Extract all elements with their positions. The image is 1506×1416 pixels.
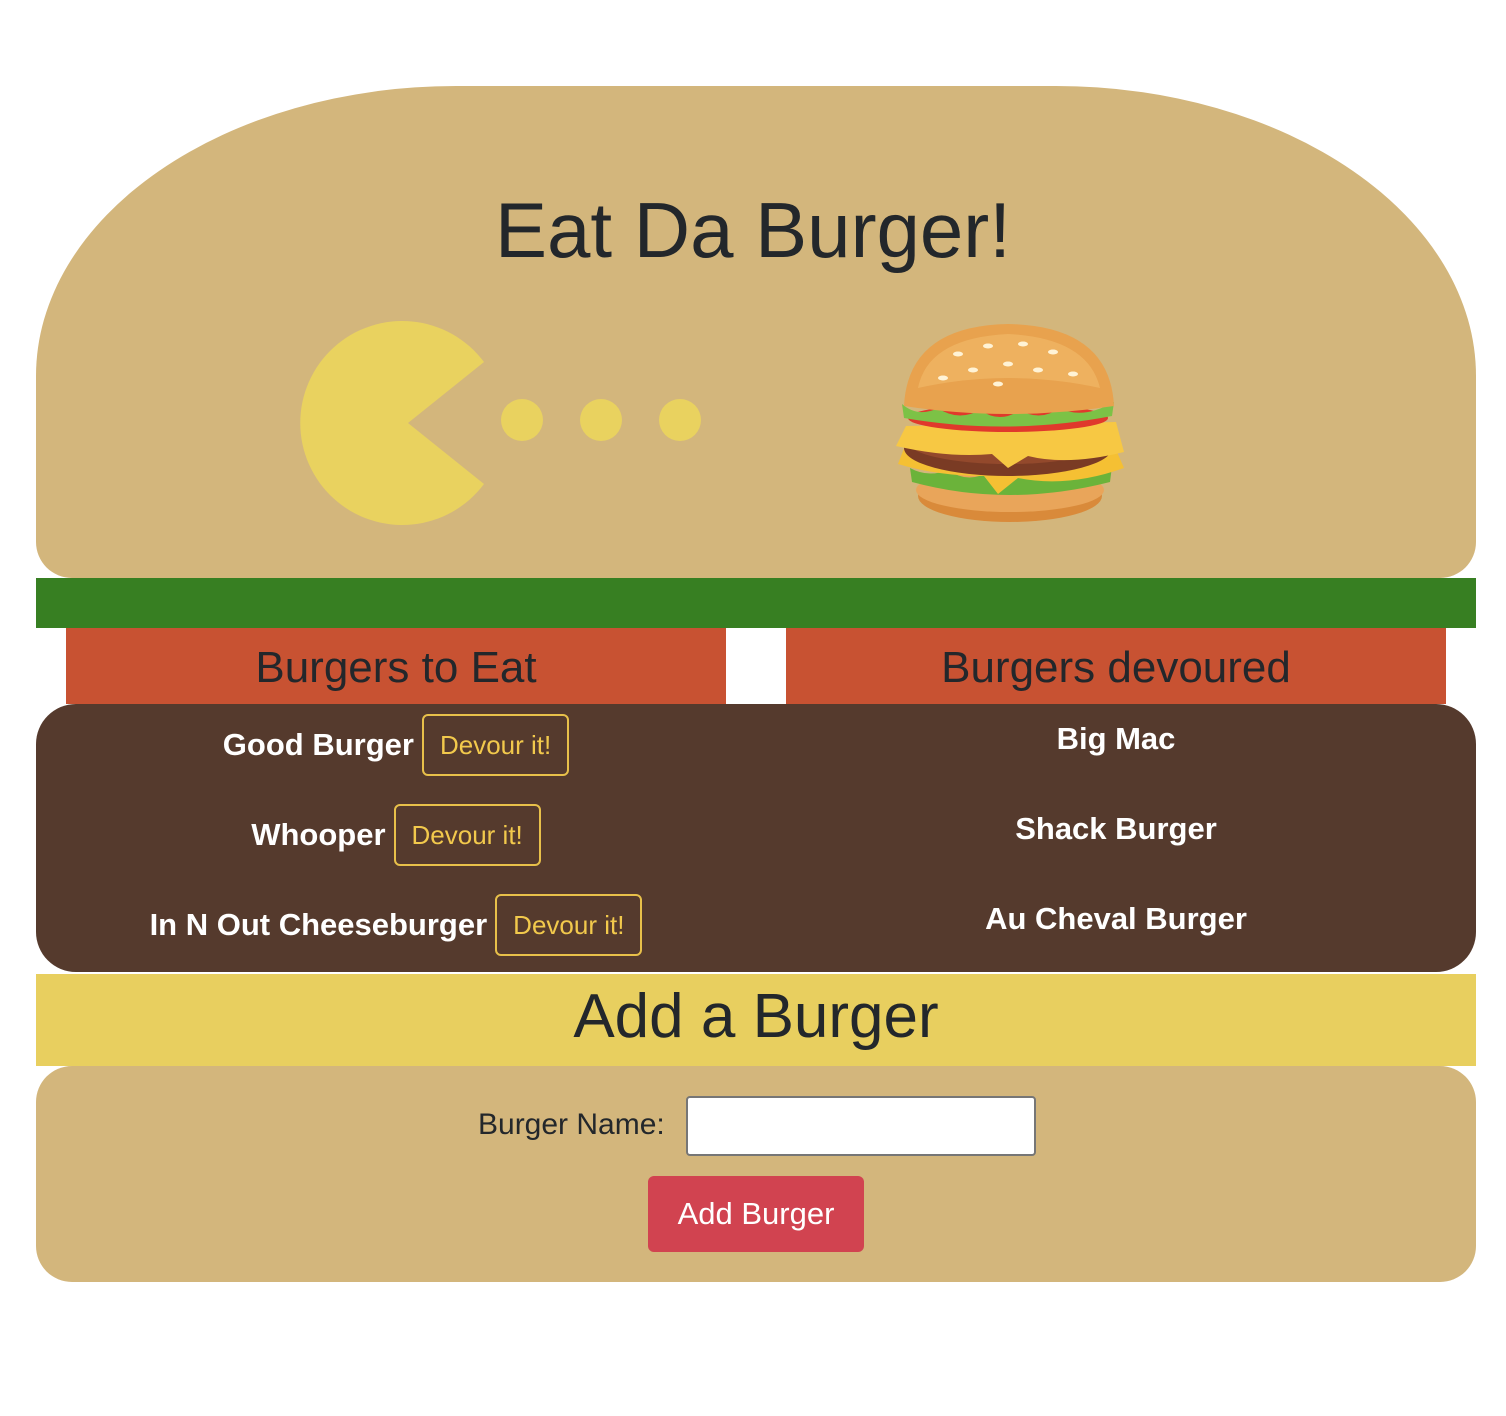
list-item: Shack Burger — [756, 798, 1476, 860]
burger-name: Good Burger — [222, 727, 414, 762]
devoured-heading: Burgers devoured — [786, 628, 1446, 704]
page-title: Eat Da Burger! — [495, 186, 1011, 274]
pacman-icon — [300, 321, 701, 525]
list-item: Whooper Devour it! — [36, 804, 756, 866]
list-item: Big Mac — [756, 708, 1476, 770]
burger-name: Au Cheval Burger — [985, 901, 1247, 936]
list-item: In N Out Cheeseburger Devour it! — [36, 894, 756, 956]
hamburger-icon — [896, 324, 1124, 522]
top-bun-header — [36, 86, 1476, 578]
page: Eat Da Burger! Burgers to Eat Burgers de… — [0, 0, 1506, 1416]
lettuce-divider — [36, 578, 1476, 628]
to-eat-heading: Burgers to Eat — [66, 628, 726, 704]
burger-name: Whooper — [251, 817, 386, 852]
add-burger-form: Burger Name: Add Burger — [36, 1066, 1476, 1282]
add-burger-heading: Add a Burger — [36, 974, 1476, 1066]
devoured-list: Big Mac Shack Burger Au Cheval Burger — [756, 704, 1476, 972]
burger-name: Shack Burger — [1015, 811, 1217, 846]
burger-name-input[interactable] — [686, 1096, 1036, 1156]
list-item: Au Cheval Burger — [756, 888, 1476, 950]
burger-name: Big Mac — [1056, 721, 1176, 756]
devour-button[interactable]: Devour it! — [421, 714, 570, 776]
list-item: Good Burger Devour it! — [36, 714, 756, 776]
burger-lists: Good Burger Devour it! Whooper Devour it… — [36, 704, 1476, 972]
devour-button[interactable]: Devour it! — [393, 804, 541, 866]
devour-button[interactable]: Devour it! — [495, 894, 643, 956]
add-burger-button[interactable]: Add Burger — [648, 1176, 864, 1252]
burger-name: In N Out Cheeseburger — [149, 907, 488, 942]
pellet-dots-icon — [501, 399, 701, 441]
burger-name-row: Burger Name: — [36, 1096, 1476, 1156]
burger-name-label: Burger Name: — [478, 1108, 665, 1141]
to-eat-list: Good Burger Devour it! Whooper Devour it… — [36, 704, 756, 972]
